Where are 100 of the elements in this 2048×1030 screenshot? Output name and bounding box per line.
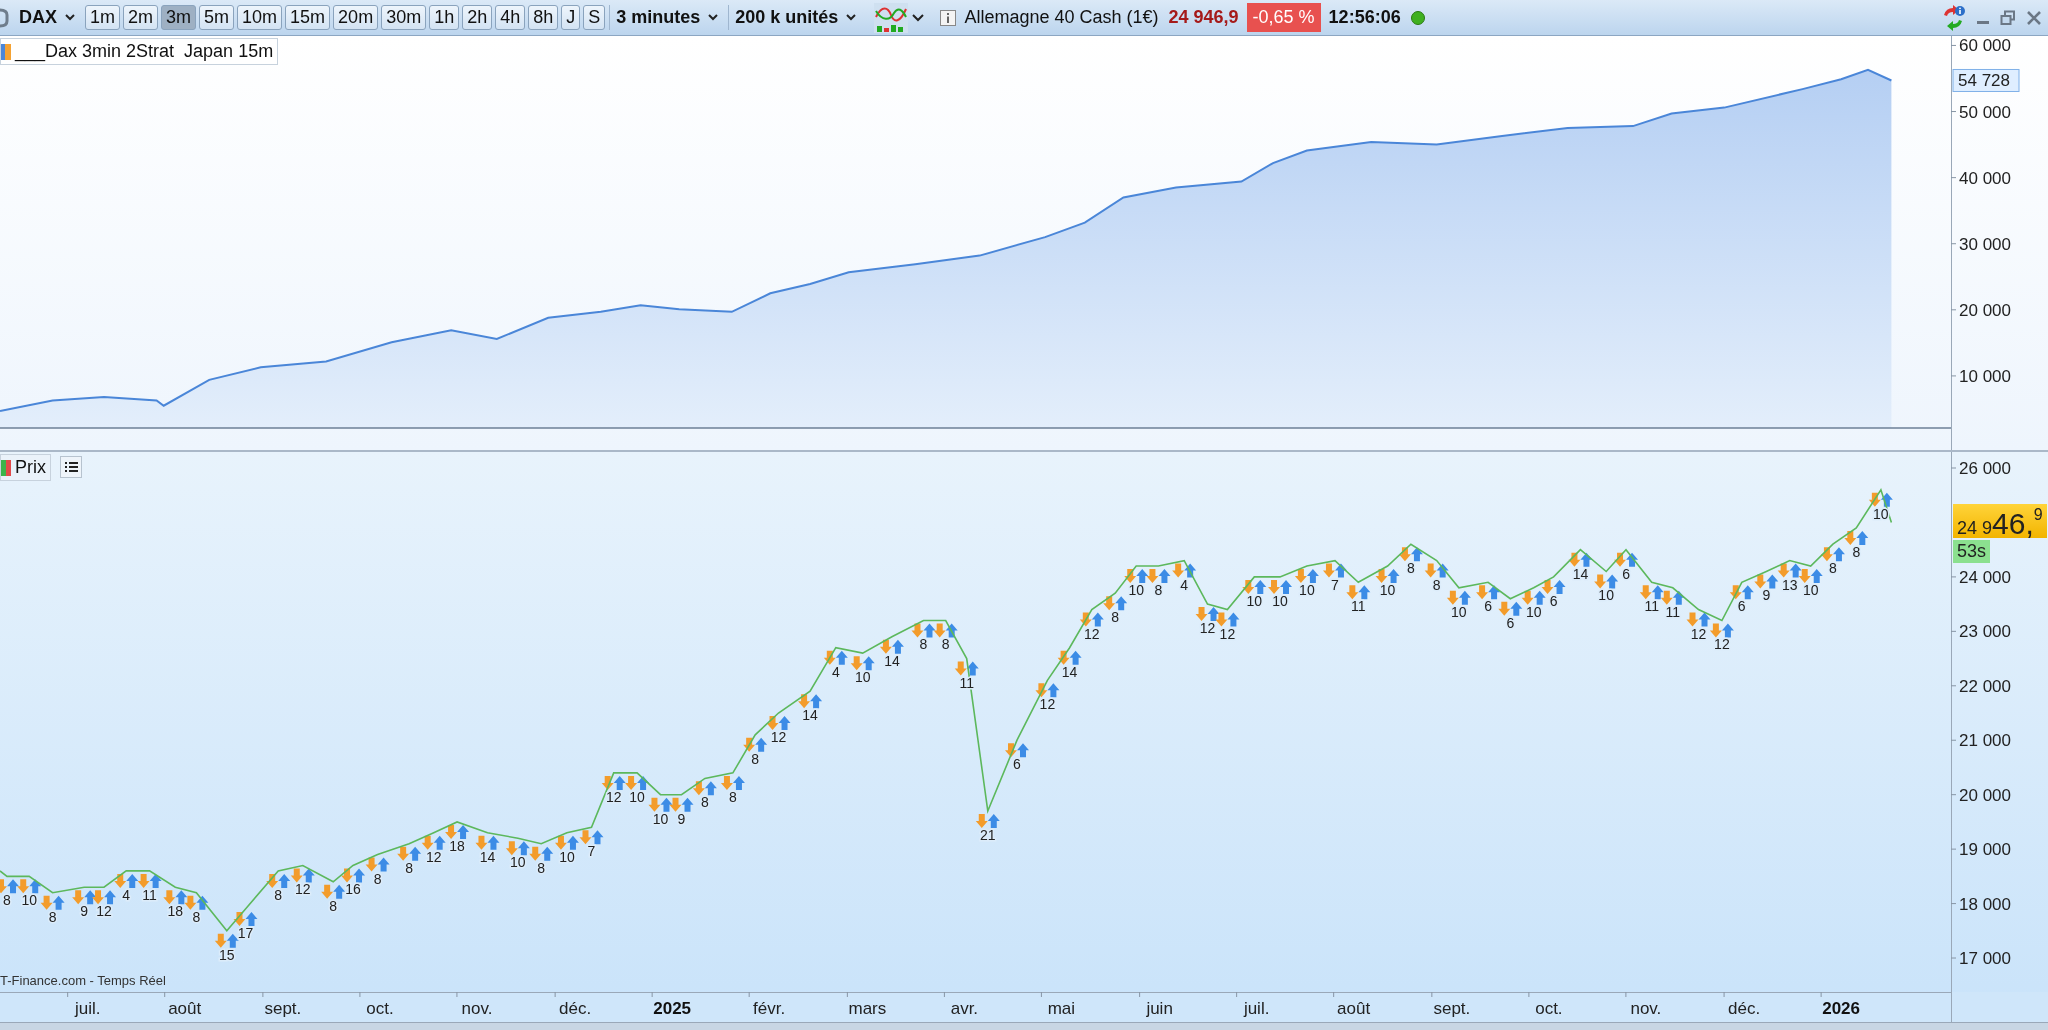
trade-arrows-icon — [1294, 569, 1319, 583]
price-tag: 24 946,$^{9}$ — [1953, 504, 2047, 539]
axis-label: oct. — [1535, 999, 1563, 1018]
timeframe-button[interactable]: J — [561, 5, 581, 30]
list-icon[interactable] — [60, 456, 82, 478]
legend-tag[interactable]: Prix — [0, 454, 51, 481]
axis-label: août — [1337, 999, 1371, 1018]
trade-label: 10 — [854, 669, 871, 686]
trade-arrows-icon — [669, 797, 694, 812]
timeframe-button[interactable]: 4h — [495, 5, 526, 30]
trade-label: 4 — [122, 886, 131, 903]
axis-label: déc. — [1728, 999, 1761, 1018]
trade-label: 6 — [1737, 598, 1746, 615]
timeframe-button[interactable]: 8h — [528, 5, 559, 30]
trade-label: 10 — [1525, 603, 1542, 620]
axis-label: 22 000 — [1959, 676, 2011, 696]
trade-label: 14 — [1061, 663, 1078, 680]
trade-arrows-icon — [1568, 552, 1593, 567]
axis-label: nov. — [1630, 999, 1662, 1018]
trade-arrows-icon — [92, 890, 117, 905]
trade-arrows-icon — [163, 890, 188, 905]
trade-label: 10 — [1299, 582, 1315, 598]
timeframe-button[interactable]: 20m — [333, 5, 379, 30]
trade-label: 8 — [48, 908, 57, 925]
legend-tag[interactable]: ___Dax 3min 2Strat Japan 15m — [0, 38, 279, 65]
strategy-name: ___Dax 3min 2Strat Japan 15m — [15, 41, 274, 62]
trade-arrows-icon — [475, 835, 500, 850]
trade-label: 8 — [729, 788, 737, 805]
timeframe-button[interactable]: 3m — [161, 5, 197, 30]
axis-label: 30 000 — [1959, 234, 2011, 254]
trade-label: 14 — [1572, 565, 1589, 582]
timeframe-button[interactable]: 10m — [237, 5, 283, 30]
axis-label: nov. — [461, 999, 493, 1018]
axis-label: 60 000 — [1959, 36, 2011, 56]
restore-icon[interactable] — [2000, 9, 2016, 26]
axis-label: 23 000 — [1959, 622, 2011, 642]
trade-label: 14 — [884, 652, 900, 669]
trade-arrows-icon — [1498, 601, 1523, 616]
info-icon[interactable] — [940, 9, 957, 26]
trade-arrows-icon — [1424, 563, 1449, 578]
timeframe-button[interactable]: 15m — [285, 5, 331, 30]
axis-label: 20 000 — [1959, 300, 2011, 320]
indicator-icon[interactable] — [874, 2, 909, 33]
strategy-icon — [1, 43, 11, 60]
timeframe-button[interactable]: 1m — [85, 5, 121, 30]
trade-label: 12 — [1084, 625, 1100, 642]
trade-label: 8 — [751, 750, 760, 767]
axis-label: 21 000 — [1959, 731, 2011, 751]
trade-arrows-icon — [214, 933, 239, 948]
trade-label: 6 — [1506, 614, 1515, 631]
trade-arrows-icon — [1639, 585, 1664, 600]
countdown-badge: 53s — [1953, 540, 1991, 564]
trade-label: 11 — [1665, 603, 1681, 620]
axis-label: 24 000 — [1959, 567, 2011, 587]
trade-label: 21 — [980, 827, 996, 843]
trade-label: 6 — [1622, 565, 1630, 582]
trade-arrows-icon — [341, 868, 366, 883]
trade-label: 8 — [537, 859, 546, 876]
timeframe-button[interactable]: 2m — [123, 5, 159, 30]
trade-arrows-icon — [1057, 650, 1082, 665]
period-dropdown[interactable]: 3 minutes — [609, 5, 725, 30]
trade-arrows-icon — [798, 694, 823, 709]
trade-arrows-icon — [1079, 612, 1104, 627]
trade-arrows-icon — [1446, 590, 1471, 605]
axis-label: 50 000 — [1959, 102, 2011, 122]
close-icon[interactable] — [2026, 9, 2042, 26]
trade-label: 7 — [587, 843, 596, 860]
timeframe-button[interactable]: 5m — [199, 5, 235, 30]
trade-arrows-icon — [879, 639, 904, 654]
trade-label: 9 — [80, 903, 89, 920]
trade-label: 8 — [1852, 543, 1861, 560]
axis-label: 2025 — [653, 999, 692, 1018]
trade-label: 8 — [1407, 560, 1415, 577]
timeframe-button[interactable]: 1h — [429, 5, 460, 30]
caret-icon[interactable] — [912, 13, 925, 22]
instrument-dropdown[interactable]: DAX — [13, 5, 81, 30]
axis-label: mai — [1047, 999, 1076, 1018]
trade-label: 10 — [510, 854, 526, 871]
trade-label: 6 — [1484, 598, 1492, 615]
last-value-tag: 54 728 — [1952, 69, 2020, 92]
trade-label: 10 — [1246, 592, 1263, 609]
trade-label: 6 — [1549, 592, 1558, 609]
axis-label: sept. — [264, 999, 302, 1018]
link-icon — [0, 6, 9, 29]
timeframe-button[interactable]: S — [583, 5, 606, 30]
trade-arrows-icon — [1322, 563, 1347, 578]
trade-arrows-icon — [184, 895, 209, 910]
trade-arrows-icon — [1844, 530, 1869, 545]
trade-label: 9 — [1762, 587, 1771, 604]
trade-label: 12 — [96, 903, 112, 920]
timeframe-button[interactable]: 2h — [462, 5, 493, 30]
trade-arrows-icon — [529, 846, 554, 861]
axis-label: 40 000 — [1959, 168, 2011, 188]
trade-arrows-icon — [1521, 590, 1546, 605]
trade-arrows-icon — [1754, 574, 1779, 589]
trade-arrows-icon — [1195, 607, 1220, 622]
axis-label: juil. — [1243, 999, 1270, 1018]
axis-label: déc. — [559, 999, 592, 1018]
timeframe-button[interactable]: 30m — [381, 5, 427, 30]
units-dropdown[interactable]: 200 k unités — [728, 5, 863, 30]
